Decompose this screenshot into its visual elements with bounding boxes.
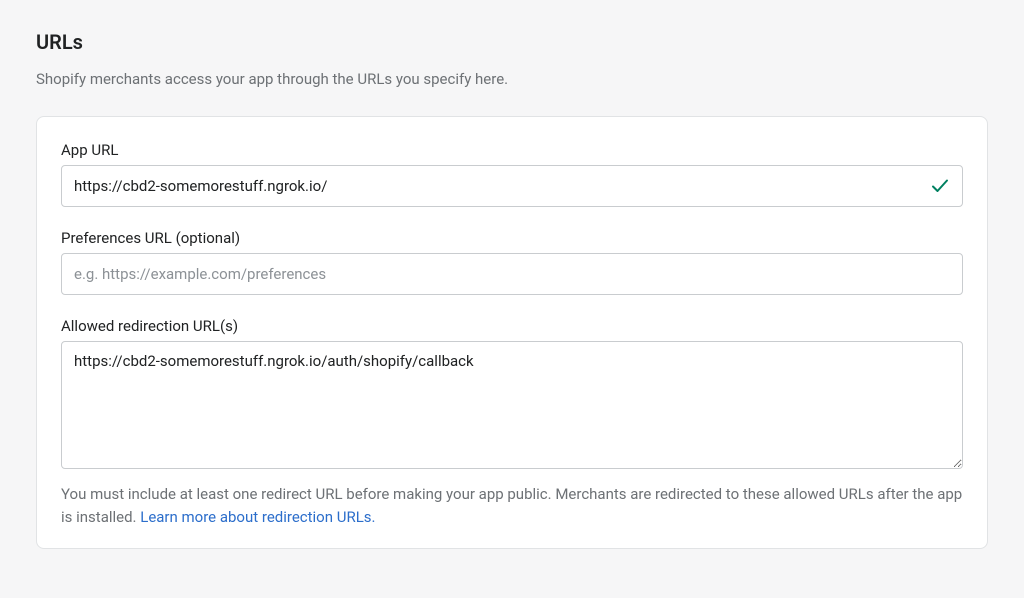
preferences-url-group: Preferences URL (optional)	[61, 229, 963, 295]
app-url-input-wrapper	[61, 165, 963, 207]
redirect-url-help-text: You must include at least one redirect U…	[61, 483, 963, 528]
app-url-input[interactable]	[61, 165, 963, 207]
allowed-redirection-urls-group: Allowed redirection URL(s) https://cbd2-…	[61, 317, 963, 473]
preferences-url-input[interactable]	[61, 253, 963, 295]
check-icon	[929, 175, 951, 197]
preferences-url-label: Preferences URL (optional)	[61, 229, 963, 247]
learn-more-link[interactable]: Learn more about redirection URLs.	[140, 508, 375, 526]
allowed-redirection-urls-input[interactable]: https://cbd2-somemorestuff.ngrok.io/auth…	[61, 341, 963, 469]
app-url-group: App URL	[61, 141, 963, 207]
urls-card: App URL Preferences URL (optional) Allow…	[36, 116, 988, 549]
preferences-url-input-wrapper	[61, 253, 963, 295]
app-url-label: App URL	[61, 141, 963, 159]
allowed-redirection-urls-label: Allowed redirection URL(s)	[61, 317, 963, 335]
section-title: URLs	[36, 30, 988, 54]
section-description: Shopify merchants access your app throug…	[36, 70, 988, 88]
